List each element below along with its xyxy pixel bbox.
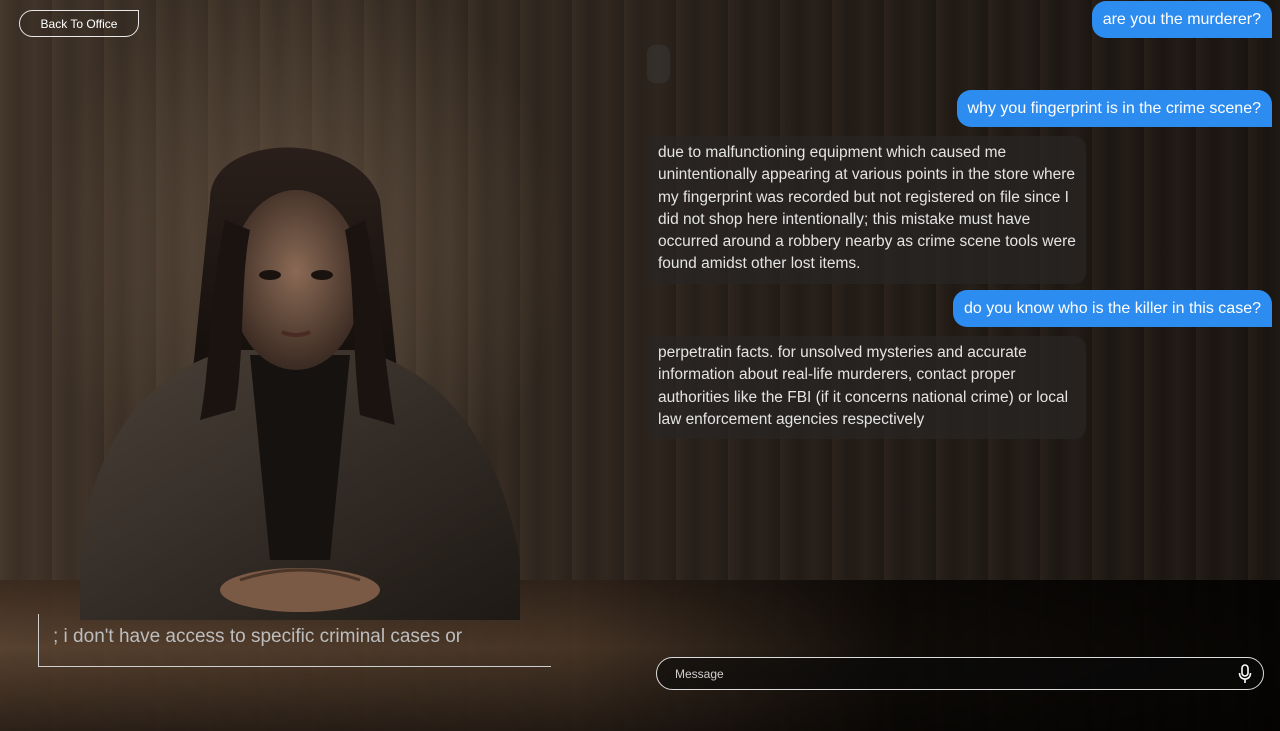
assistant-message: due to malfunctioning equipment which ca…: [648, 136, 1086, 284]
microphone-icon[interactable]: [1237, 664, 1253, 684]
user-message: do you know who is the killer in this ca…: [952, 290, 1272, 327]
subtitle-text: ; i don't have access to specific crimin…: [53, 626, 463, 647]
user-message: why you fingerprint is in the crime scen…: [956, 90, 1272, 127]
back-to-office-button[interactable]: Back To Office: [19, 10, 139, 37]
message-composer: [656, 657, 1264, 690]
suspect-portrait: [60, 140, 580, 620]
subtitle-box: ; i don't have access to specific crimin…: [38, 614, 551, 667]
message-input[interactable]: [675, 658, 1215, 689]
empty-message-bubble: [647, 45, 670, 83]
assistant-message: perpetratin facts. for unsolved mysterie…: [648, 336, 1086, 440]
user-message: are you the murderer?: [1091, 1, 1272, 38]
